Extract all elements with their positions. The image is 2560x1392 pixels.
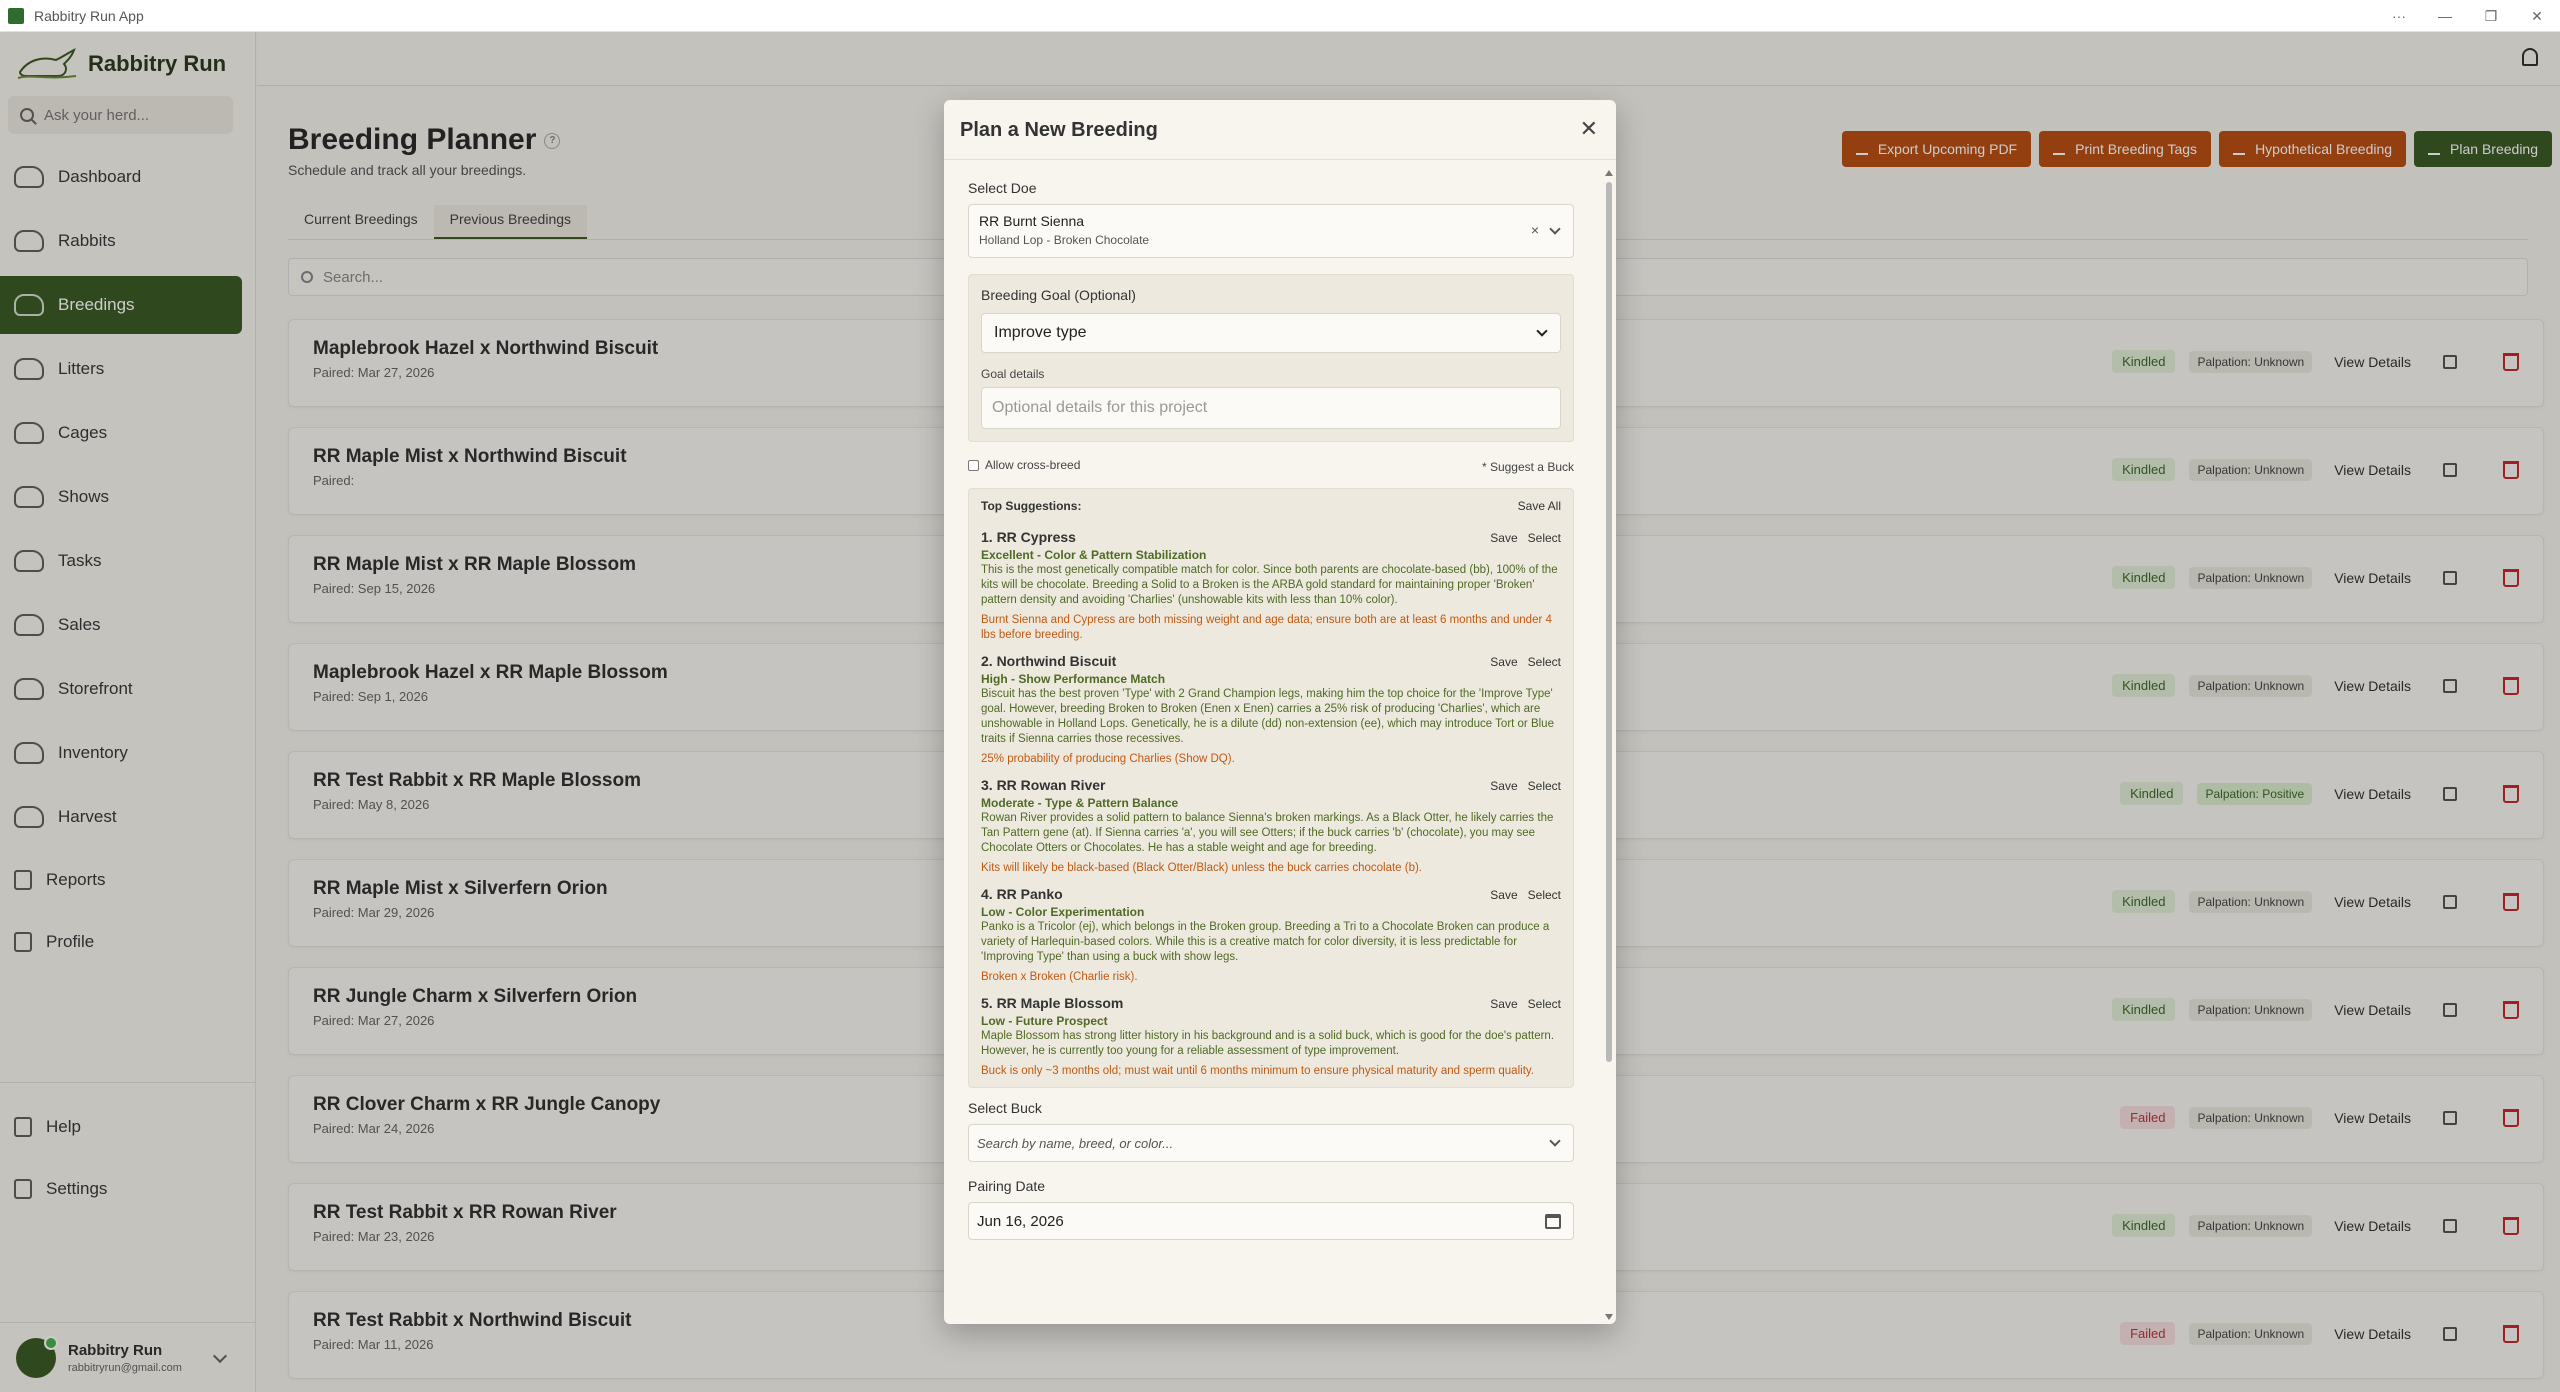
- pairing-date-label: Pairing Date: [968, 1178, 1046, 1194]
- scrollbar-thumb[interactable]: [1606, 182, 1612, 1062]
- suggestion-title: 5. RR Maple Blossom: [981, 995, 1124, 1011]
- cross-breed-label: Allow cross-breed: [985, 458, 1081, 472]
- cross-breed-row: Allow cross-breed * Suggest a Buck: [968, 458, 1574, 478]
- suggestion-item: 1. RR Cypress Save Select Excellent - Col…: [981, 529, 1561, 643]
- suggestion-warning: Broken x Broken (Charlie risk).: [981, 971, 1138, 983]
- window-controls: ··· — ❐ ✕: [2376, 0, 2560, 32]
- suggestion-tier: Moderate - Type & Pattern Balance: [981, 796, 1179, 810]
- save-button[interactable]: Save: [1490, 888, 1517, 902]
- goal-select[interactable]: Improve type: [981, 313, 1561, 353]
- suggestion-description: Maple Blossom has strong litter history …: [981, 1030, 1555, 1057]
- close-icon[interactable]: ✕: [1580, 116, 1598, 142]
- select-button[interactable]: Select: [1528, 779, 1561, 793]
- suggestions-panel: Top Suggestions: Save All 1. RR Cypress …: [968, 488, 1574, 1088]
- doe-breed: Holland Lop - Broken Chocolate: [979, 233, 1150, 247]
- suggestion-tier: Low - Future Prospect: [981, 1014, 1108, 1028]
- calendar-icon[interactable]: [1545, 1214, 1561, 1229]
- save-button[interactable]: Save: [1490, 997, 1517, 1011]
- suggestions-heading: Top Suggestions:: [981, 499, 1082, 513]
- goal-label: Breeding Goal (Optional): [981, 287, 1136, 303]
- suggestion-warning: 25% probability of producing Charlies (S…: [981, 753, 1235, 765]
- suggestion-tier: Low - Color Experimentation: [981, 905, 1145, 919]
- goal-value: Improve type: [994, 324, 1087, 341]
- chevron-down-icon: [1549, 1135, 1561, 1147]
- suggestion-warning: Burnt Sienna and Cypress are both missin…: [981, 614, 1552, 641]
- suggestion-description: Panko is a Tricolor (ej), which belongs …: [981, 921, 1550, 963]
- close-window-icon[interactable]: ✕: [2514, 0, 2560, 32]
- suggestions-header: Top Suggestions: Save All: [981, 499, 1561, 519]
- select-button[interactable]: Select: [1528, 997, 1561, 1011]
- suggestion-description: This is the most genetically compatible …: [981, 564, 1558, 606]
- minimize-icon[interactable]: —: [2422, 0, 2468, 32]
- save-all-button[interactable]: Save All: [1518, 499, 1561, 513]
- select-button[interactable]: Select: [1528, 888, 1561, 902]
- suggestion-warning: Buck is only ~3 months old; must wait un…: [981, 1065, 1534, 1077]
- chevron-down-icon: [1536, 325, 1548, 337]
- suggest-buck-link[interactable]: * Suggest a Buck: [1482, 460, 1574, 474]
- cross-breed-checkbox[interactable]: [968, 460, 979, 472]
- goal-details-input[interactable]: Optional details for this project: [981, 387, 1561, 429]
- plan-breeding-modal: Plan a New Breeding ✕ Select Doe RR Burn…: [944, 100, 1616, 1324]
- suggestion-title: 4. RR Panko: [981, 886, 1063, 902]
- suggestion-description: Rowan River provides a solid pattern to …: [981, 812, 1554, 854]
- suggestion-description: Biscuit has the best proven 'Type' with …: [981, 688, 1554, 745]
- window-titlebar: Rabbitry Run App ··· — ❐ ✕: [0, 0, 2560, 32]
- modal-body: Select Doe RR Burnt Sienna Holland Lop -…: [944, 160, 1598, 1324]
- suggestion-warning: Kits will likely be black-based (Black O…: [981, 862, 1423, 874]
- goal-details-label: Goal details: [981, 367, 1045, 381]
- suggestion-tier: High - Show Performance Match: [981, 672, 1166, 686]
- scroll-down-icon[interactable]: [1605, 1314, 1613, 1320]
- buck-placeholder: Search by name, breed, or color...: [977, 1136, 1174, 1151]
- clear-icon[interactable]: ×: [1531, 222, 1539, 238]
- suggestion-item: 4. RR Panko Save Select Low - Color Exper…: [981, 886, 1561, 985]
- maximize-icon[interactable]: ❐: [2468, 0, 2514, 32]
- suggestion-item: 3. RR Rowan River Save Select Moderate - …: [981, 777, 1561, 876]
- scroll-up-icon[interactable]: [1605, 170, 1613, 176]
- suggestion-tier: Excellent - Color & Pattern Stabilizatio…: [981, 548, 1207, 562]
- suggestion-item: 5. RR Maple Blossom Save Select Low - Fut…: [981, 995, 1561, 1079]
- suggestion-title: 1. RR Cypress: [981, 529, 1076, 545]
- app-icon: [8, 7, 24, 24]
- breeding-goal-panel: Breeding Goal (Optional) Improve type Go…: [968, 274, 1574, 442]
- modal-title: Plan a New Breeding: [960, 119, 1158, 141]
- save-button[interactable]: Save: [1490, 531, 1517, 545]
- modal-scrollbar[interactable]: [1605, 170, 1613, 1320]
- more-icon[interactable]: ···: [2376, 0, 2422, 32]
- doe-select[interactable]: RR Burnt Sienna Holland Lop - Broken Cho…: [968, 204, 1574, 258]
- window-title: Rabbitry Run App: [34, 7, 144, 24]
- suggestion-item: 2. Northwind Biscuit Save Select High - S…: [981, 653, 1561, 767]
- suggestion-title: 3. RR Rowan River: [981, 777, 1106, 793]
- save-button[interactable]: Save: [1490, 655, 1517, 669]
- doe-name: RR Burnt Sienna: [979, 213, 1085, 229]
- pairing-date-value: Jun 16, 2026: [977, 1213, 1064, 1230]
- doe-label: Select Doe: [968, 180, 1037, 196]
- buck-label: Select Buck: [968, 1100, 1042, 1116]
- modal-header: Plan a New Breeding ✕: [944, 100, 1616, 160]
- save-button[interactable]: Save: [1490, 779, 1517, 793]
- buck-select[interactable]: Search by name, breed, or color...: [968, 1124, 1574, 1162]
- suggestion-title: 2. Northwind Biscuit: [981, 653, 1117, 669]
- select-button[interactable]: Select: [1528, 531, 1561, 545]
- select-button[interactable]: Select: [1528, 655, 1561, 669]
- pairing-date-input[interactable]: Jun 16, 2026: [968, 1202, 1574, 1240]
